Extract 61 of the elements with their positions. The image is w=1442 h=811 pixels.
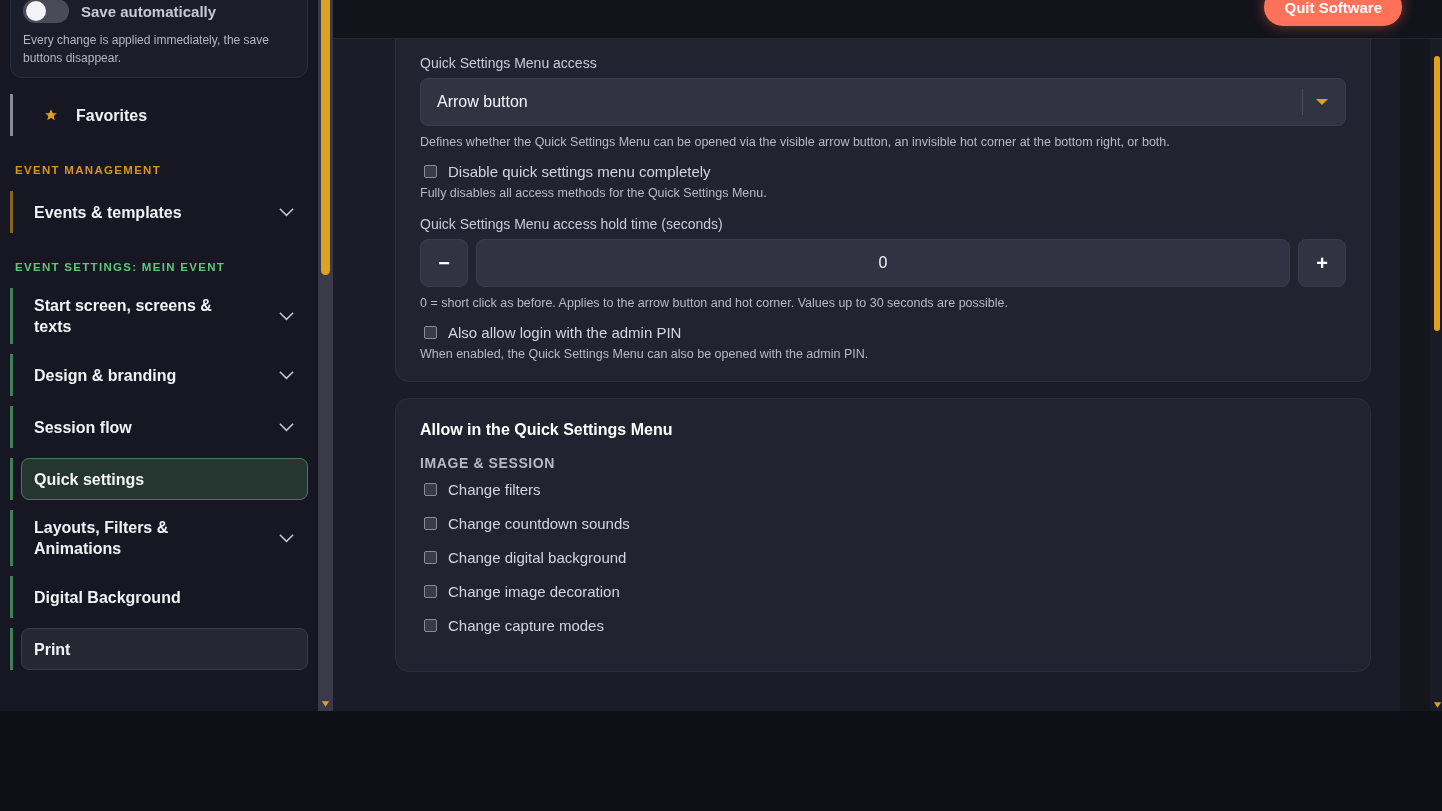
checkbox-label: Disable quick settings menu completely xyxy=(448,163,711,180)
increment-button[interactable]: + xyxy=(1298,239,1346,287)
decrement-button[interactable]: − xyxy=(420,239,468,287)
sidebar-item[interactable]: Print xyxy=(21,628,308,670)
checkbox[interactable] xyxy=(424,517,437,530)
accent-bar xyxy=(10,406,13,448)
chevron-down-icon xyxy=(278,422,295,432)
caret-icon xyxy=(1315,98,1329,106)
chevron-down-icon xyxy=(278,370,295,380)
sidebar-item[interactable]: Session flow xyxy=(21,406,308,448)
checkbox[interactable] xyxy=(424,551,437,564)
accent-bar xyxy=(10,354,13,396)
chevron-down-icon xyxy=(278,207,295,217)
accent-bar xyxy=(10,628,13,670)
checkbox[interactable] xyxy=(424,326,437,339)
chevron-down-icon xyxy=(278,533,295,543)
checkbox-label: Change countdown sounds xyxy=(448,515,630,532)
checkbox-label: Change capture modes xyxy=(448,617,604,634)
autosave-description: Every change is applied immediately, the save buttons disappear. xyxy=(23,32,270,67)
number-field[interactable]: 0 xyxy=(476,239,1290,287)
checkbox[interactable] xyxy=(424,585,437,598)
autosave-toggle[interactable] xyxy=(23,0,69,23)
help-text: When enabled, the Quick Settings Menu can also be opened with the admin PIN. xyxy=(420,347,870,361)
checkbox-label: Change filters xyxy=(448,481,541,498)
group-heading: IMAGE & SESSION xyxy=(420,455,557,471)
sidebar-item[interactable]: Design & branding xyxy=(21,354,308,396)
accent-bar xyxy=(10,576,13,618)
accent-bar xyxy=(10,458,13,500)
section-heading: EVENT SETTINGS: MEIN EVENT xyxy=(15,261,227,273)
scrollbar[interactable] xyxy=(1430,39,1442,711)
sidebar-item[interactable]: Start screen, screens & texts xyxy=(21,288,308,344)
field-label: Quick Settings Menu access hold time (seconds) xyxy=(420,216,724,232)
checkbox-label: Change image decoration xyxy=(448,583,620,600)
field-label: Quick Settings Menu access xyxy=(420,55,598,71)
access-dropdown[interactable]: Arrow button xyxy=(420,78,1346,126)
chevron-down-icon xyxy=(278,311,295,321)
checkbox-label: Also allow login with the admin PIN xyxy=(448,324,682,341)
sidebar-item[interactable]: Favorites xyxy=(21,94,308,136)
checkbox-label: Change digital background xyxy=(448,549,627,566)
sidebar-item[interactable]: Quick settings xyxy=(21,458,308,500)
checkbox[interactable] xyxy=(424,483,437,496)
scroll-down-icon[interactable] xyxy=(321,700,330,708)
scrollbar-thumb[interactable] xyxy=(321,0,330,275)
star-icon xyxy=(44,108,58,122)
checkbox[interactable] xyxy=(424,619,437,632)
sidebar-item[interactable]: Events & templates xyxy=(21,191,308,233)
toggle-label: Save automatically xyxy=(81,2,217,20)
checkbox[interactable] xyxy=(424,165,437,178)
card-title: Allow in the Quick Settings Menu xyxy=(420,421,674,439)
help-text: Fully disables all access methods for the Quick Settings Menu. xyxy=(420,186,768,200)
accent-bar xyxy=(10,191,13,233)
scroll-down-icon[interactable] xyxy=(1433,701,1442,709)
accent-bar xyxy=(10,288,13,344)
accent-bar xyxy=(10,510,13,566)
help-text: Defines whether the Quick Settings Menu can be opened via the visible arrow button, an invisible hot corner at the bottom right, or both. xyxy=(420,135,1171,149)
sidebar-item[interactable]: Digital Background xyxy=(21,576,308,618)
help-text: 0 = short click as before. Applies to the arrow button and hot corner. Values up to 30 seconds are possible. xyxy=(420,296,1009,310)
sidebar-item[interactable]: Layouts, Filters & Animations xyxy=(21,510,308,566)
section-heading: EVENT MANAGEMENT xyxy=(15,164,163,176)
scrollbar-thumb[interactable] xyxy=(1434,56,1440,331)
scrollbar[interactable] xyxy=(318,0,333,711)
